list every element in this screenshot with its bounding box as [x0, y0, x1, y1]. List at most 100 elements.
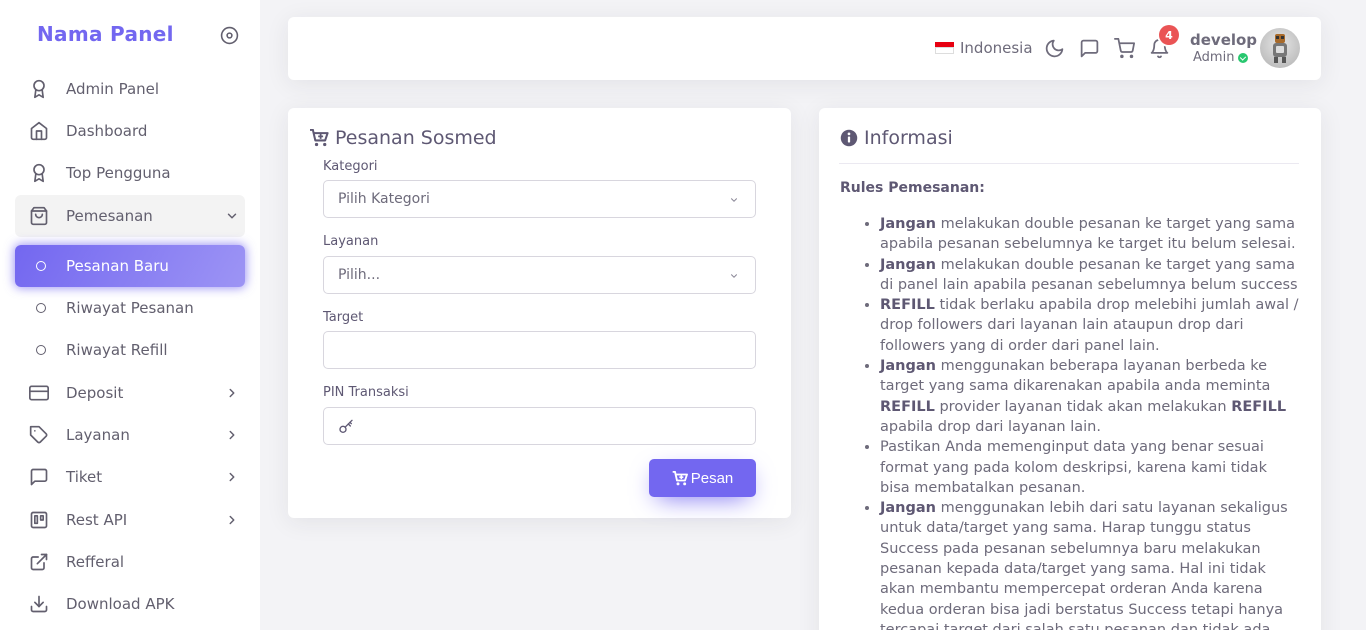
- rule-emphasis: Jangan: [880, 216, 936, 232]
- category-select[interactable]: Pilih Kategori: [323, 180, 756, 218]
- sidebar-item-label: Admin Panel: [66, 80, 160, 98]
- submit-order-button[interactable]: Pesan: [649, 459, 756, 497]
- sidebar-toggle-icon[interactable]: [220, 26, 239, 45]
- list-item: REFILL tidak berlaku apabila drop melebi…: [880, 295, 1300, 356]
- target-input[interactable]: [323, 331, 756, 369]
- sidebar-item-layanan[interactable]: Layanan: [15, 414, 245, 456]
- rules-title: Rules Pemesanan:: [840, 180, 985, 196]
- submit-order-label: Pesan: [690, 469, 734, 487]
- sidebar-item-label: Download APK: [66, 595, 175, 613]
- order-card: Pesanan Sosmed Kategori Pilih Kategori L…: [288, 108, 791, 518]
- divider: [839, 163, 1299, 164]
- user-name[interactable]: develop: [1190, 31, 1257, 49]
- circle-icon: [36, 261, 46, 271]
- message-square-icon: [30, 468, 48, 486]
- chevron-down-icon: [227, 213, 237, 219]
- user-role-label: Admin: [1193, 50, 1235, 65]
- rule-emphasis: Jangan: [880, 500, 936, 517]
- order-card-header: Pesanan Sosmed: [309, 127, 497, 149]
- sidebar-item-label: Deposit: [66, 384, 124, 402]
- chevron-right-icon: [229, 515, 235, 525]
- key-icon: [339, 419, 353, 433]
- rule-text: provider layanan tidak akan melakukan: [934, 398, 1232, 415]
- category-select-value: Pilih Kategori: [338, 191, 430, 207]
- service-select-value: Pilih...: [338, 267, 381, 283]
- language-selector[interactable]: Indonesia: [935, 39, 1033, 57]
- top-navbar: Indonesia 4 develop Admin: [288, 17, 1321, 80]
- award-icon: [33, 79, 45, 99]
- sidebar-item-pemesanan[interactable]: Pemesanan: [15, 195, 245, 237]
- list-item: Jangan menggunakan lebih dari satu layan…: [880, 498, 1300, 630]
- sidebar-item-rest-api[interactable]: Rest API: [15, 499, 245, 541]
- credit-card-icon: [29, 385, 49, 401]
- award-icon: [33, 163, 45, 183]
- sidebar-item-label: Pesanan Baru: [66, 257, 169, 275]
- sidebar-item-pesanan-baru[interactable]: Pesanan Baru: [15, 245, 245, 287]
- sidebar-item-label: Riwayat Pesanan: [66, 299, 194, 317]
- online-check-icon: [1238, 52, 1249, 63]
- circle-icon: [36, 345, 46, 355]
- rule-text: melakukan double pesanan ke target yang …: [880, 256, 1298, 293]
- rule-text: Pastikan Anda memenginput data yang bena…: [880, 439, 1267, 496]
- sidebar-item-download-apk[interactable]: Download APK: [15, 583, 245, 625]
- indonesia-flag-icon: [935, 42, 954, 54]
- order-card-title: Pesanan Sosmed: [335, 127, 497, 149]
- moon-icon[interactable]: [1044, 38, 1065, 59]
- list-item: Jangan melakukan double pesanan ke targe…: [880, 255, 1300, 296]
- external-link-icon: [30, 553, 48, 571]
- sidebar-item-label: Refferal: [66, 553, 125, 571]
- rule-text: tidak berlaku apabila drop melebihi juml…: [880, 297, 1299, 354]
- brand-title[interactable]: Nama Panel: [37, 22, 174, 46]
- info-circle-icon: [840, 129, 858, 147]
- sidebar-item-riwayat-refill[interactable]: Riwayat Refill: [15, 329, 245, 371]
- target-label: Target: [323, 310, 364, 325]
- chevron-down-icon: [730, 274, 738, 278]
- sidebar-item-label: Layanan: [66, 426, 130, 444]
- rules-list: Jangan melakukan double pesanan ke targe…: [880, 214, 1300, 630]
- list-item: Jangan menggunakan beberapa layanan berb…: [880, 356, 1300, 437]
- circle-icon: [36, 303, 46, 313]
- rule-text: apabila drop dari layanan lain.: [880, 418, 1101, 435]
- service-label: Layanan: [323, 234, 379, 249]
- trello-icon: [30, 511, 48, 529]
- rule-text: menggunakan beberapa layanan berbeda ke …: [880, 358, 1271, 395]
- download-icon: [30, 595, 48, 613]
- sidebar-item-admin-panel[interactable]: Admin Panel: [15, 68, 245, 110]
- sidebar-item-label: Rest API: [66, 511, 128, 529]
- list-item: Pastikan Anda memenginput data yang bena…: [880, 437, 1300, 498]
- notification-badge: 4: [1159, 25, 1179, 45]
- chevron-down-icon: [730, 198, 738, 202]
- rule-emphasis: REFILL: [880, 398, 935, 415]
- sidebar-item-label: Top Pengguna: [66, 164, 171, 182]
- rule-emphasis: REFILL: [1231, 398, 1287, 415]
- shopping-cart-icon[interactable]: [1114, 38, 1135, 59]
- chevron-right-icon: [229, 388, 235, 398]
- pin-label: PIN Transaksi: [323, 385, 409, 400]
- sidebar-item-deposit[interactable]: Deposit: [15, 372, 245, 414]
- message-square-icon[interactable]: [1079, 38, 1100, 59]
- sidebar-item-riwayat-pesanan[interactable]: Riwayat Pesanan: [15, 287, 245, 329]
- sidebar-item-top-pengguna[interactable]: Top Pengguna: [15, 152, 245, 194]
- info-card-header: Informasi: [840, 127, 953, 149]
- sidebar-item-label: Pemesanan: [66, 207, 153, 225]
- info-card-title: Informasi: [864, 127, 953, 149]
- cart-plus-icon: [310, 129, 329, 147]
- language-label: Indonesia: [960, 39, 1033, 57]
- sidebar: Nama Panel Admin Panel Dashboard Top Pen…: [0, 0, 260, 630]
- shopping-bag-icon: [30, 206, 48, 226]
- user-role: Admin: [1193, 50, 1249, 65]
- sidebar-item-tiket[interactable]: Tiket: [15, 456, 245, 498]
- rule-text: melakukan double pesanan ke target yang …: [880, 216, 1296, 253]
- rule-emphasis: Jangan: [880, 256, 936, 273]
- tag-icon: [29, 425, 48, 444]
- avatar[interactable]: [1260, 28, 1300, 68]
- sidebar-item-refferal[interactable]: Refferal: [15, 541, 245, 583]
- service-select[interactable]: Pilih...: [323, 256, 756, 294]
- sidebar-item-label: Dashboard: [66, 122, 148, 140]
- sidebar-item-dashboard[interactable]: Dashboard: [15, 110, 245, 152]
- rule-emphasis: Jangan: [880, 358, 936, 375]
- chevron-right-icon: [229, 430, 235, 440]
- chevron-right-icon: [229, 472, 235, 482]
- cart-plus-icon: [672, 470, 688, 485]
- pin-input[interactable]: [323, 407, 756, 445]
